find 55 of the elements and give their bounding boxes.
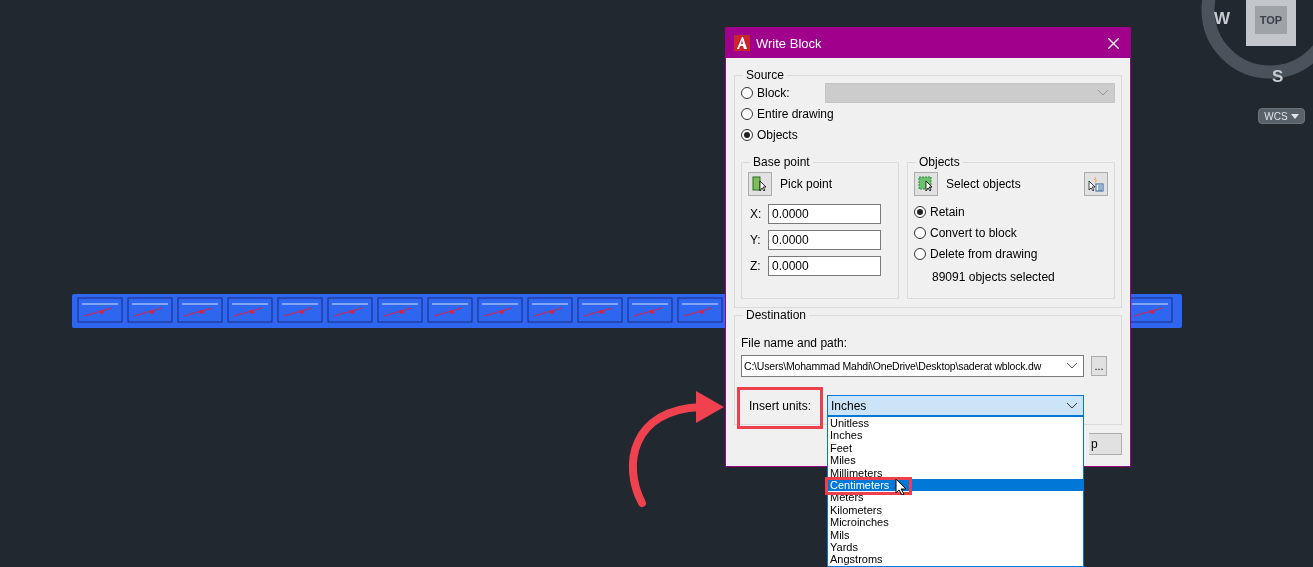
chevron-icon (1067, 363, 1077, 369)
axis-label: Y: (750, 233, 762, 247)
list-item[interactable]: Microinches (828, 516, 1083, 529)
axis-label: X: (750, 207, 763, 221)
file-path-label: File name and path: (741, 336, 849, 350)
pick-point-button[interactable] (748, 172, 772, 196)
insert-units-dropdown[interactable]: Inches (827, 395, 1084, 416)
group-title: Base point (752, 155, 811, 169)
list-item[interactable]: Inches (828, 429, 1083, 442)
view-cube-face[interactable]: TOP (1254, 6, 1288, 34)
file-path-field[interactable]: C:\Users\Mohammad Mahdi\OneDrive\Desktop\saderat wblock.dw (741, 355, 1084, 377)
radio-option[interactable]: Convert to block (914, 225, 1017, 240)
select-objects-button[interactable] (914, 172, 938, 196)
compass-west-label: W (1214, 9, 1231, 29)
quick-select-icon (1088, 176, 1104, 192)
group-title: Source (745, 68, 786, 82)
help-button[interactable]: p (1089, 433, 1122, 455)
cursor-icon (895, 478, 907, 495)
select-objects-icon (918, 176, 934, 192)
list-item[interactable]: Miles (828, 454, 1083, 467)
radio-option[interactable]: Objects (741, 127, 825, 142)
selection-count: 89091 objects selected (931, 270, 1056, 286)
ucs-menu[interactable]: WCS (1258, 108, 1305, 124)
radio-option[interactable]: Delete from drawing (914, 246, 1038, 261)
compass-south-label: S (1272, 67, 1284, 87)
list-item[interactable]: Unitless (828, 417, 1083, 430)
pick-point-label: Pick point (780, 177, 833, 191)
window-title: Write Block (756, 35, 823, 51)
radio-option[interactable]: Retain (914, 204, 998, 219)
caret-icon (1290, 113, 1299, 119)
chevron-icon (1098, 89, 1108, 96)
app-logo-icon (734, 35, 750, 51)
list-item[interactable]: Centimeters (828, 478, 1083, 492)
coordinate-field[interactable]: 0.0000 (768, 256, 881, 276)
list-item[interactable]: Feet (828, 441, 1083, 455)
coordinate-field[interactable]: 0.0000 (768, 204, 881, 224)
list-item[interactable]: Angstroms (828, 553, 1083, 566)
close-icon[interactable] (1108, 37, 1119, 49)
view-cube[interactable]: TOP (1246, 0, 1296, 46)
select-objects-label: Select objects (946, 177, 1021, 191)
insert-units-label: Insert units: (748, 398, 813, 413)
chevron-icon (1067, 402, 1077, 409)
quick-select-button[interactable] (1084, 172, 1108, 196)
radio-option[interactable]: Entire drawing (741, 106, 834, 121)
axis-label: Z: (750, 259, 762, 273)
list-item[interactable]: Mils (828, 528, 1083, 541)
pick-point-icon (752, 176, 768, 192)
list-item[interactable]: Millimeters (828, 466, 1083, 479)
browse-button[interactable]: ... (1091, 356, 1107, 376)
group-title: Destination (745, 308, 808, 322)
list-item[interactable]: Kilometers (828, 503, 1083, 517)
coordinate-field[interactable]: 0.0000 (768, 230, 881, 250)
list-item[interactable]: Yards (828, 540, 1083, 554)
group-title: Objects (918, 155, 961, 169)
radio-option[interactable]: Block: (741, 85, 825, 100)
